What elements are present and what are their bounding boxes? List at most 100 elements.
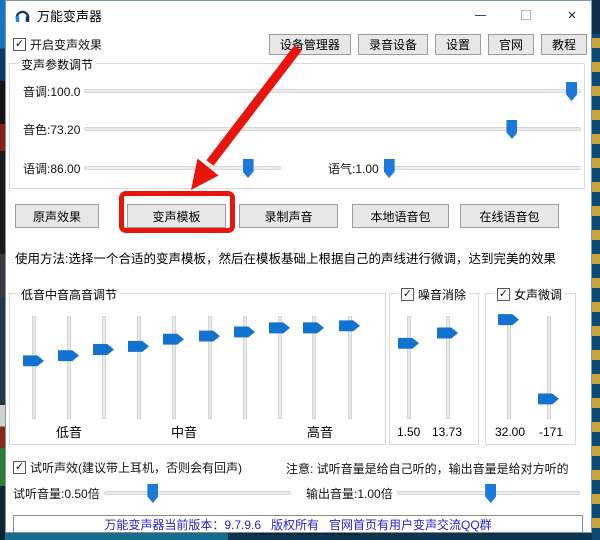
eq-slider-10[interactable]: [338, 316, 362, 419]
desktop: Adobe Photoshop 2022 万能变声器 × ✓ 开启变声效果 设备…: [0, 0, 600, 540]
desktop-background-right: [592, 0, 600, 540]
noise-slider-1[interactable]: [397, 316, 421, 419]
settings-button[interactable]: 设置: [435, 34, 481, 55]
female-tuning-checkbox[interactable]: ✓ 女声微调: [494, 286, 565, 303]
intonation-slider-thumb[interactable]: [243, 159, 254, 178]
eq-slider-7[interactable]: [233, 316, 257, 419]
eq-track-2[interactable]: [67, 316, 71, 419]
voice-template-button[interactable]: 变声模板: [127, 204, 226, 228]
app-window: 万能变声器 × ✓ 开启变声效果 设备管理器 录音设备 设置 官网 教程 变声参…: [5, 0, 592, 533]
eq-thumb-1[interactable]: [23, 354, 44, 367]
female-track-1[interactable]: [507, 316, 511, 419]
output-volume-value: 1.00倍: [357, 487, 392, 501]
timbre-slider[interactable]: [84, 119, 581, 139]
tone-value: 1.00: [355, 162, 378, 176]
window-title: 万能变声器: [37, 6, 102, 25]
bass-label: 低音: [56, 422, 82, 441]
eq-thumb-7[interactable]: [234, 325, 255, 338]
pitch-slider-track[interactable]: [84, 89, 581, 93]
official-site-button[interactable]: 官网: [488, 34, 534, 55]
eq-slider-8[interactable]: [268, 316, 292, 419]
tone-slider[interactable]: [383, 158, 581, 178]
eq-slider-1[interactable]: [22, 316, 46, 419]
eq-slider-4[interactable]: [127, 316, 151, 419]
eq-slider-6[interactable]: [198, 316, 222, 419]
eq-thumb-4[interactable]: [128, 340, 149, 353]
tone-slider-thumb[interactable]: [384, 159, 395, 178]
noise-reduction-checkbox[interactable]: ✓ 噪音消除: [398, 286, 469, 303]
noise-reduction-group: ✓ 噪音消除 1.50 13.73: [389, 293, 479, 445]
topbar-buttons: 设备管理器 录音设备 设置 官网 教程: [269, 34, 587, 55]
eq-track-1[interactable]: [32, 316, 36, 419]
female-thumb-2[interactable]: [538, 392, 559, 405]
eq-track-4[interactable]: [137, 316, 141, 419]
recording-device-button[interactable]: 录音设备: [358, 34, 428, 55]
eq-slider-2[interactable]: [57, 316, 81, 419]
female-value-1: 32.00: [495, 425, 525, 439]
status-bar: 万能变声器当前版本：9.7.9.6 版权所有 官网首页有用户变声交流QQ群: [13, 515, 583, 533]
intonation-value: 86.00: [50, 162, 80, 176]
eq-slider-3[interactable]: [92, 316, 116, 419]
eq-track-10[interactable]: [348, 316, 352, 419]
headphones-icon: [14, 7, 31, 24]
close-button[interactable]: ×: [555, 2, 589, 28]
timbre-value: 73.20: [50, 123, 80, 137]
equalizer-group: 低音中音高音调节 低音 中音 高音: [9, 293, 386, 445]
maximize-icon: [521, 10, 531, 20]
tone-slider-track[interactable]: [383, 166, 581, 170]
listen-volume-slider[interactable]: [104, 483, 291, 503]
titlebar: 万能变声器 ×: [6, 1, 591, 29]
tutorial-button[interactable]: 教程: [541, 34, 587, 55]
intonation-slider[interactable]: [84, 158, 281, 178]
checkbox-check-icon: ✓: [13, 461, 26, 474]
female-thumb-1[interactable]: [498, 313, 519, 326]
noise-thumb-1[interactable]: [398, 337, 419, 350]
listen-volume-label: 试听音量:0.50倍: [13, 485, 100, 502]
local-voice-pack-button[interactable]: 本地语音包: [352, 204, 449, 228]
eq-thumb-2[interactable]: [58, 349, 79, 362]
enable-voice-checkbox[interactable]: ✓ 开启变声效果: [13, 36, 102, 53]
eq-slider-5[interactable]: [162, 316, 186, 419]
eq-thumb-6[interactable]: [199, 330, 220, 343]
usage-instructions: 使用方法:选择一个合适的变声模板，然后在模板基础上根据自己的声线进行微调，达到完…: [15, 248, 556, 267]
monitor-sound-checkbox[interactable]: ✓ 试听声效(建议带上耳机，否则会有回声): [13, 459, 242, 476]
eq-thumb-9[interactable]: [303, 321, 324, 334]
pitch-label: 音调:100.0: [23, 83, 80, 100]
noise-track-1[interactable]: [407, 316, 411, 419]
female-tuning-label: 女声微调: [514, 286, 562, 303]
eq-thumb-3[interactable]: [93, 343, 114, 356]
minimize-button[interactable]: [463, 2, 497, 28]
noise-thumb-2[interactable]: [437, 327, 458, 340]
checkbox-check-icon: ✓: [13, 38, 26, 51]
noise-slider-2[interactable]: [436, 316, 460, 419]
noise-value-1: 1.50: [397, 425, 420, 439]
eq-thumb-10[interactable]: [339, 319, 360, 332]
pitch-slider[interactable]: [84, 81, 581, 101]
pitch-slider-thumb[interactable]: [566, 82, 577, 101]
eq-thumb-5[interactable]: [163, 333, 184, 346]
eq-track-3[interactable]: [102, 316, 106, 419]
eq-track-5[interactable]: [172, 316, 176, 419]
minimize-icon: [475, 15, 486, 16]
device-manager-button[interactable]: 设备管理器: [269, 34, 351, 55]
timbre-slider-thumb[interactable]: [506, 120, 517, 139]
listen-volume-thumb[interactable]: [147, 484, 158, 503]
mid-label: 中音: [171, 422, 197, 441]
original-voice-button[interactable]: 原声效果: [15, 204, 99, 228]
record-voice-button[interactable]: 录制声音: [239, 204, 338, 228]
eq-thumb-8[interactable]: [269, 321, 290, 334]
output-volume-slider[interactable]: [397, 483, 580, 503]
online-voice-pack-button[interactable]: 在线语音包: [460, 204, 559, 228]
monitor-sound-label: 试听声效(建议带上耳机，否则会有回声): [30, 459, 242, 476]
tone-label: 语气:1.00: [328, 160, 379, 177]
output-volume-thumb[interactable]: [485, 484, 496, 503]
listen-volume-track[interactable]: [104, 491, 291, 495]
equalizer-group-label: 低音中音高音调节: [18, 286, 120, 303]
female-slider-2[interactable]: [537, 316, 561, 419]
pitch-value: 100.0: [50, 85, 80, 99]
female-slider-1[interactable]: [497, 316, 521, 419]
female-tuning-group: ✓ 女声微调 32.00 -171: [485, 293, 576, 445]
checkbox-check-icon: ✓: [401, 288, 414, 301]
maximize-button[interactable]: [509, 2, 543, 28]
eq-slider-9[interactable]: [302, 316, 326, 419]
